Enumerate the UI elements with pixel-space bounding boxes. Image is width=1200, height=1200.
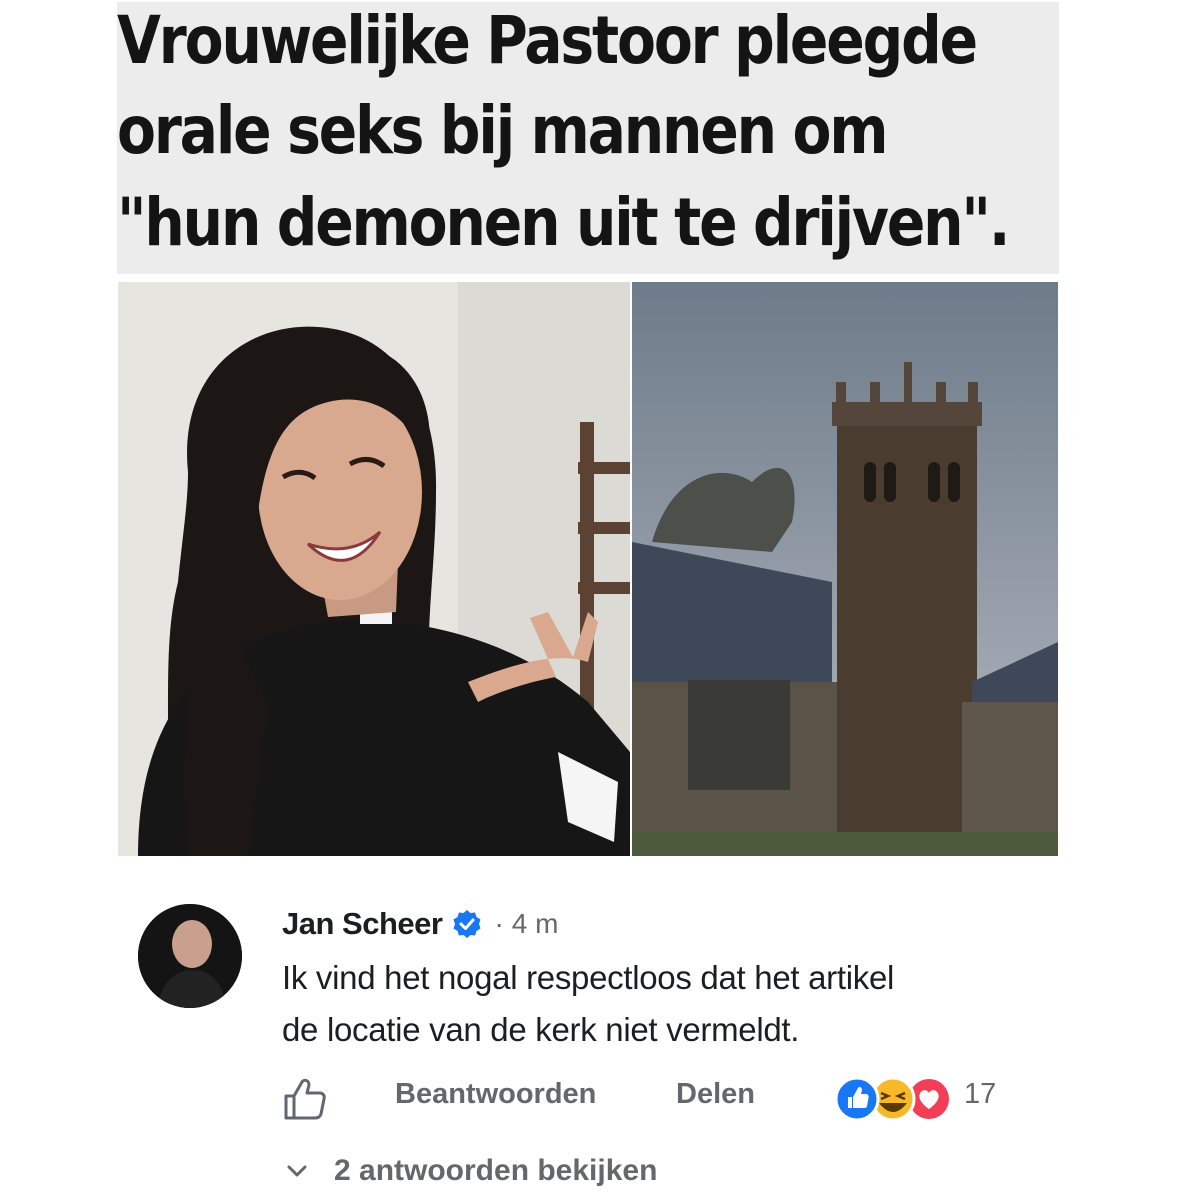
- reply-button[interactable]: Beantwoorden: [395, 1078, 596, 1111]
- comment-text-line-1: Ik vind het nogal respectloos dat het ar…: [282, 959, 895, 996]
- avatar[interactable]: [138, 904, 242, 1008]
- timestamp[interactable]: 4 m: [512, 908, 559, 940]
- author-row: Jan Scheer · 4 m: [282, 906, 558, 942]
- share-button[interactable]: Delen: [676, 1078, 755, 1111]
- comment-actions: Beantwoorden Delen 17: [282, 1076, 1042, 1124]
- reaction-count[interactable]: 17: [964, 1078, 996, 1111]
- like-reaction-icon: [834, 1076, 880, 1122]
- headline-line-2: orale seks bij mannen om: [117, 92, 888, 169]
- headline-banner: Vrouwelijke Pastoor pleegde orale seks b…: [117, 2, 1059, 274]
- headline-line-3: "hun demonen uit te drijven".: [117, 184, 1010, 261]
- chevron-down-icon: [287, 1165, 307, 1177]
- author-name[interactable]: Jan Scheer: [282, 906, 443, 942]
- separator-dot: ·: [494, 908, 504, 939]
- like-button[interactable]: [282, 1076, 328, 1122]
- view-replies-label: 2 antwoorden bekijken: [334, 1154, 658, 1187]
- photo-church: [632, 282, 1058, 856]
- comment-text: Ik vind het nogal respectloos dat het ar…: [282, 952, 1102, 1056]
- headline-line-1: Vrouwelijke Pastoor pleegde: [117, 2, 978, 79]
- view-replies-button[interactable]: 2 antwoorden bekijken: [286, 1154, 657, 1188]
- verified-badge-icon: [452, 909, 482, 939]
- comment-text-line-2: de locatie van de kerk niet vermeldt.: [282, 1011, 800, 1048]
- reactions-summary[interactable]: [833, 1073, 953, 1125]
- photo-pastor: [118, 282, 630, 856]
- comment: Jan Scheer · 4 m Ik vind het nogal respe…: [0, 880, 1200, 1200]
- thumbs-up-icon: [284, 1078, 326, 1120]
